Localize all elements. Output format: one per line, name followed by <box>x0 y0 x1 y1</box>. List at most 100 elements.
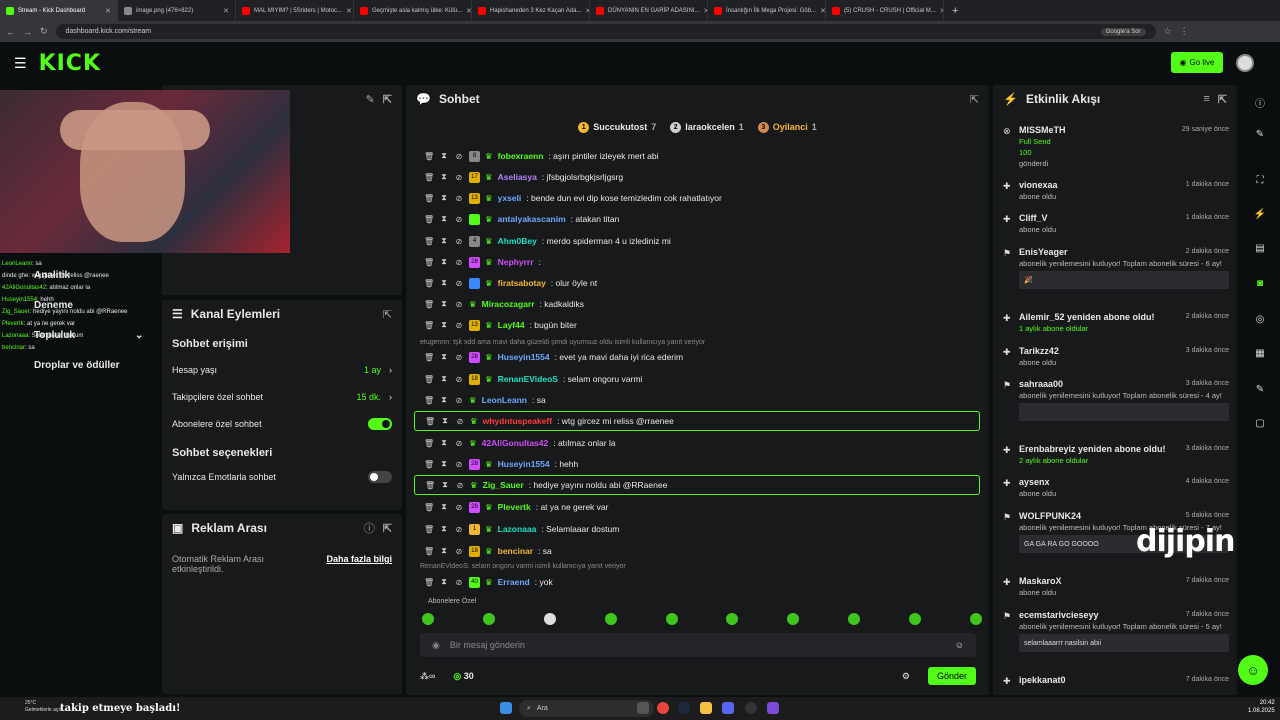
leaderboard-entry[interactable]: 3 Oyilanci 1 <box>757 118 817 136</box>
ban-icon[interactable]: ⊘ <box>454 300 464 309</box>
ban-icon[interactable]: ⊘ <box>454 321 464 330</box>
delete-icon[interactable]: 🗑 <box>424 300 434 309</box>
activity-item[interactable]: ✚ Tarikzz42 3 dakika önce abone oldu <box>1003 346 1229 367</box>
ban-icon[interactable]: ⊘ <box>455 481 465 490</box>
expand-icon[interactable]: ⛶ <box>1253 175 1267 189</box>
chat-username[interactable]: antalyakascanim <box>498 214 566 224</box>
delete-icon[interactable]: 🗑 <box>424 547 434 556</box>
filter-icon[interactable]: ≡ <box>1203 93 1209 105</box>
weather-widget[interactable]: 25°C Gelmeklerle açık <box>25 700 62 714</box>
edit-icon[interactable]: ✎ <box>366 93 375 106</box>
chat-message[interactable]: 🗑 ⧗ ⊘ 1 ♛ Lazonaaa: Selamlaaar dostum <box>414 519 980 539</box>
popout-icon[interactable]: ⇱ <box>1218 93 1227 106</box>
delete-icon[interactable]: 🗑 <box>424 578 434 587</box>
ban-icon[interactable]: ⊘ <box>454 279 464 288</box>
chat-username[interactable]: whydntuspeakeff <box>483 416 552 426</box>
activity-item[interactable]: ✚ ipekkanat0 7 dakika önce <box>1003 675 1229 686</box>
taskbar-search[interactable]: ⌕ Ara <box>519 700 654 717</box>
delete-icon[interactable]: 🗑 <box>424 237 434 246</box>
browser-tab[interactable]: Hapishaneden 3 Kez Kaçan Ada...✕ <box>472 0 590 21</box>
chat-messages[interactable]: 🗑 ⧗ ⊘ 8 ♛ fobexraenn: aşırı pintiler izleyek … <box>406 135 989 675</box>
emote-icon[interactable] <box>543 613 556 625</box>
chat-tools-icon[interactable]: ⁂∞ <box>420 671 435 682</box>
steam-icon[interactable] <box>678 702 690 714</box>
activity-item[interactable]: ✚ Ailemir_52 yeniden abone oldu! 2 dakika … <box>1003 312 1229 333</box>
learn-more-link[interactable]: Daha fazla bilgi <box>326 554 392 574</box>
popout-icon[interactable]: ⇱ <box>970 93 979 106</box>
url-field[interactable]: dashboard.kick.com/stream Google'a Sor <box>55 24 1156 39</box>
chat-username[interactable]: yxseli <box>498 193 522 203</box>
channel-points[interactable]: ◎ 30 <box>453 671 473 682</box>
chat-username[interactable]: RenanEVideoS <box>498 374 558 384</box>
delete-icon[interactable]: 🗑 <box>424 396 434 405</box>
app-icon[interactable] <box>767 702 779 714</box>
timeout-icon[interactable]: ⧗ <box>439 352 449 362</box>
chat-username[interactable]: Ahm0Bey <box>498 236 537 246</box>
close-tab-icon[interactable]: ✕ <box>346 7 352 15</box>
emotes-only-toggle[interactable] <box>368 470 392 483</box>
delete-icon[interactable]: 🗑 <box>424 439 434 448</box>
timeout-icon[interactable]: ⧗ <box>439 214 449 224</box>
activity-item[interactable]: ⊗ MISSMeTH 29 saniye önce Full Send 100 gönde… <box>1003 125 1229 168</box>
delete-icon[interactable]: 🗑 <box>424 353 434 362</box>
broadcast-icon[interactable]: ◎ <box>1253 314 1267 328</box>
timeout-icon[interactable]: ⧗ <box>439 151 449 161</box>
activity-item[interactable]: ⚑ ecemstarivcieseyy 7 dakika önce abonelik … <box>1003 610 1229 652</box>
ban-icon[interactable]: ⊘ <box>454 152 464 161</box>
ban-icon[interactable]: ⊘ <box>454 353 464 362</box>
chat-message[interactable]: 🗑 ⧗ ⊘ 4 ♛ Ahm0Bey: merdo spiderman 4 u izledi… <box>414 231 980 251</box>
activity-item[interactable]: ✚ aysenx 4 dakika önce abone oldu <box>1003 477 1229 498</box>
timeout-icon[interactable]: ⧗ <box>439 577 449 587</box>
activity-item[interactable]: ✚ MaskaroX 7 dakika önce abone oldu <box>1003 576 1229 597</box>
emote-icon[interactable] <box>422 613 434 625</box>
emote-icon[interactable] <box>482 613 495 625</box>
browser-tab[interactable]: Stream - Kick Dashboard ✕ <box>0 0 118 21</box>
browser-tab[interactable]: İnsanlığın İlk Mega Projesi: Göb... ✕ <box>708 0 826 21</box>
chat-message[interactable]: 🗑 ⧗ ⊘ 28 ♛ Nephyrrr: <box>414 252 980 272</box>
chat-message[interactable]: 🗑 ⧗ ⊘ 40 ♛ Erraend: yok <box>414 572 980 592</box>
chat-message[interactable]: 🗑 ⧗ ⊘ 17 ♛ Aseliasya: jfsbgjolsrbgkjsrljgsrg <box>414 167 980 187</box>
timeout-icon[interactable]: ⧗ <box>439 502 449 512</box>
chat-username[interactable]: Erraend <box>498 577 530 587</box>
delete-icon[interactable]: 🗑 <box>424 194 434 203</box>
chat-username[interactable]: Layf44 <box>498 320 525 330</box>
timeout-icon[interactable]: ⧗ <box>439 193 449 203</box>
leaderboard-entry[interactable]: 1 Succukutost 7 <box>578 118 656 136</box>
chat-message[interactable]: 🗑 ⧗ ⊘ 28 ♛ Plevertk: at ya ne gerek var <box>414 497 980 517</box>
delete-icon[interactable]: 🗑 <box>424 152 434 161</box>
settings-gear-icon[interactable]: ⚙ <box>902 671 910 682</box>
timeout-icon[interactable]: ⧗ <box>439 374 449 384</box>
chat-message[interactable]: 🗑 ⧗ ⊘ 8 ♛ fobexraenn: aşırı pintiler izleyek … <box>414 146 980 166</box>
chat-username[interactable]: Nephyrrr <box>498 257 534 267</box>
info-icon[interactable]: ⓘ <box>364 520 375 536</box>
browser-tab[interactable]: Geçmişte asla kalmış ülke: Külü... ✕ <box>354 0 472 21</box>
chat-username[interactable]: Zig_Sauer <box>483 480 524 490</box>
timeout-icon[interactable]: ⧗ <box>439 395 449 405</box>
chat-username[interactable]: Miracozagarr <box>482 299 535 309</box>
ban-icon[interactable]: ⊘ <box>454 194 464 203</box>
ban-icon[interactable]: ⊘ <box>454 173 464 182</box>
hamburger-menu-icon[interactable]: ☰ <box>14 55 27 72</box>
chat-username[interactable]: Huseyin1554 <box>498 352 550 362</box>
ban-icon[interactable]: ⊘ <box>454 547 464 556</box>
chat-username[interactable]: firatsabotay <box>498 278 546 288</box>
ban-icon[interactable]: ⊘ <box>454 503 464 512</box>
ban-icon[interactable]: ⊘ <box>454 396 464 405</box>
kick-logo[interactable]: KICK <box>39 51 101 76</box>
ban-icon[interactable]: ⊘ <box>454 460 464 469</box>
delete-icon[interactable]: 🗑 <box>424 460 434 469</box>
menu-dots-icon[interactable]: ⋮ <box>1180 26 1189 37</box>
delete-icon[interactable]: 🗑 <box>425 481 435 490</box>
timeout-icon[interactable]: ⧗ <box>440 480 450 490</box>
timeout-icon[interactable]: ⧗ <box>439 299 449 309</box>
timeout-icon[interactable]: ⧗ <box>439 320 449 330</box>
delete-icon[interactable]: 🗑 <box>425 417 435 426</box>
timeout-icon[interactable]: ⧗ <box>440 416 450 426</box>
chat-username[interactable]: 42AliGonultas42 <box>482 438 549 448</box>
browser-tab[interactable]: (5) CRUSH - CRUSH | Official M...✕ <box>826 0 944 21</box>
timeout-icon[interactable]: ⧗ <box>439 278 449 288</box>
sidebar-item-drops[interactable]: Droplar ve ödüller <box>34 360 120 371</box>
delete-icon[interactable]: 🗑 <box>424 503 434 512</box>
back-icon[interactable]: ← <box>6 27 15 37</box>
chat-username[interactable]: Plevertk <box>498 502 531 512</box>
